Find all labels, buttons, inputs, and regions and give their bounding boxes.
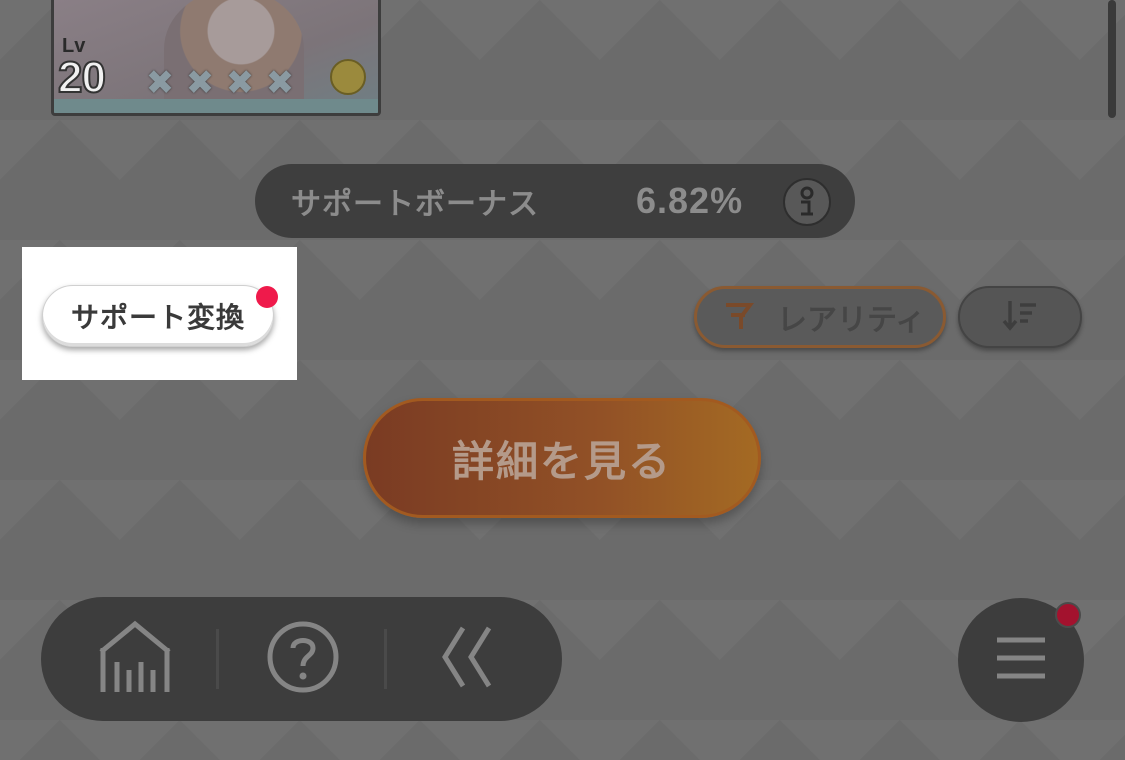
star-icon: ✖ — [185, 63, 215, 103]
sort-descending-icon — [1000, 297, 1040, 337]
bottom-nav-bar — [41, 597, 562, 721]
support-bonus-label: サポートボーナス — [291, 187, 539, 222]
support-badge-icon — [330, 59, 366, 95]
support-bonus-value: 6.82% — [636, 180, 744, 221]
notification-dot — [256, 286, 278, 308]
support-bonus-bar: サポートボーナス 6.82% — [255, 164, 855, 238]
rarity-filter-button[interactable]: レアリティ — [694, 286, 946, 348]
star-icon: ✖ — [265, 63, 295, 103]
rarity-filter-icon — [721, 300, 755, 334]
rarity-filter-label: レアリティ — [777, 303, 926, 338]
back-button[interactable] — [426, 617, 510, 701]
help-icon — [266, 620, 340, 698]
view-details-button[interactable]: 詳細を見る — [363, 398, 761, 518]
menu-notification-dot — [1055, 602, 1081, 628]
star-rank: ✖ ✖ ✖ ✖ — [142, 65, 298, 101]
home-button[interactable] — [93, 617, 177, 701]
support-convert-button[interactable]: サポート変換 — [42, 285, 274, 347]
nav-divider — [384, 629, 387, 689]
sort-order-button[interactable] — [958, 286, 1082, 348]
help-button[interactable] — [261, 617, 345, 701]
scrollbar[interactable] — [1108, 0, 1116, 118]
star-icon: ✖ — [225, 63, 255, 103]
support-convert-panel: サポート変換 — [22, 247, 297, 380]
menu-icon — [994, 636, 1048, 684]
nav-divider — [216, 629, 219, 689]
level-value: 20 — [57, 52, 107, 103]
back-icon — [433, 622, 503, 696]
info-icon[interactable] — [783, 178, 831, 226]
home-icon — [95, 618, 175, 700]
character-card[interactable]: Lv 20 ✖ ✖ ✖ ✖ — [51, 0, 381, 116]
star-icon: ✖ — [145, 63, 175, 103]
